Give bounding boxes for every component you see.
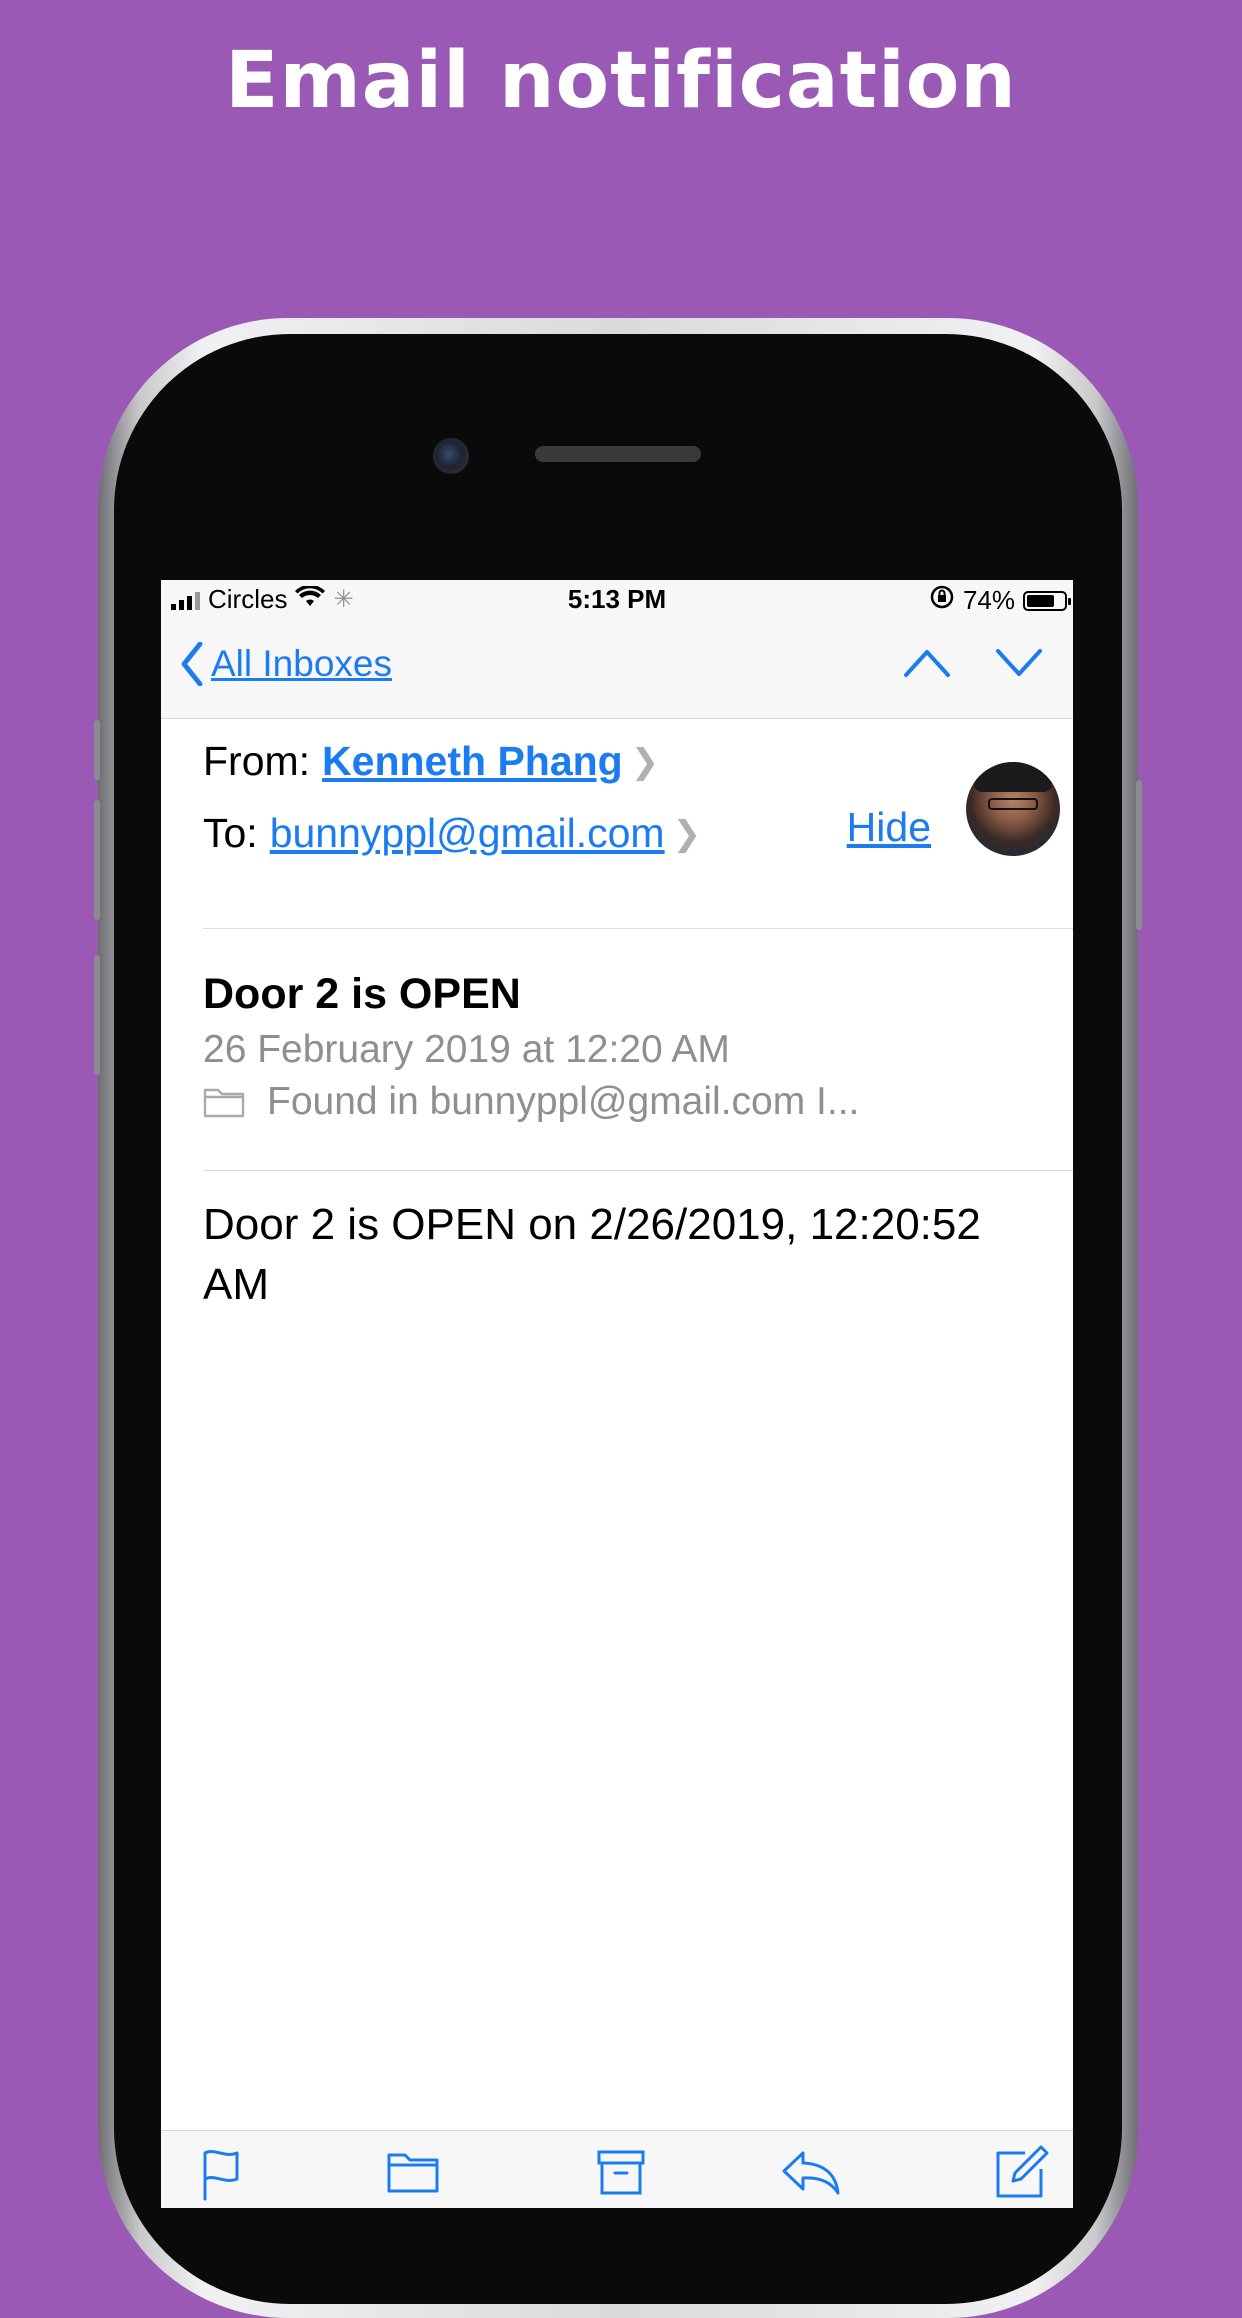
compose-icon — [996, 2145, 1049, 2198]
back-button[interactable]: All Inboxes — [181, 642, 392, 686]
page-headline: Email notification — [225, 36, 1017, 126]
chevron-down-icon — [996, 649, 1042, 676]
next-message-button[interactable] — [995, 648, 1043, 683]
bottom-toolbar — [161, 2130, 1073, 2208]
battery-percent: 74% — [962, 585, 1015, 615]
previous-message-button[interactable] — [903, 648, 951, 683]
move-to-folder-button[interactable] — [387, 2149, 439, 2198]
divider — [203, 1170, 1073, 1171]
sender-avatar[interactable] — [966, 762, 1060, 856]
orientation-lock-icon — [929, 584, 955, 617]
from-row: From: Kenneth Phang ❯ — [203, 738, 659, 785]
phone-volume-up — [94, 800, 100, 920]
message-date: 26 February 2019 at 12:20 AM — [203, 1028, 730, 1071]
hide-details-link[interactable]: Hide — [847, 804, 931, 851]
battery-level — [1027, 594, 1054, 607]
chevron-up-icon — [904, 650, 950, 677]
phone-volume-down — [94, 955, 100, 1075]
to-row: To: bunnyppl@gmail.com ❯ — [203, 810, 701, 857]
back-button-label: All Inboxes — [211, 643, 392, 684]
archive-button[interactable] — [597, 2149, 645, 2200]
from-label: From: — [203, 738, 311, 784]
archive-icon — [597, 2150, 645, 2195]
reply-icon — [782, 2151, 840, 2195]
flag-icon — [203, 2150, 239, 2201]
folder-icon — [203, 1088, 245, 1118]
mailbox-location[interactable]: Found in bunnyppl@gmail.com I... — [203, 1080, 859, 1124]
folder-icon — [387, 2153, 439, 2193]
message-body: Door 2 is OPEN on 2/26/2019, 12:20:52 AM — [203, 1200, 981, 1309]
battery-icon — [1023, 590, 1071, 611]
phone-screen: Circles ✳ 5:13 PM 74% All Inboxes From: … — [161, 580, 1073, 2208]
phone-power-button — [1136, 780, 1142, 930]
to-label: To: — [203, 810, 258, 856]
reply-button[interactable] — [781, 2149, 841, 2200]
chevron-right-icon: ❯ — [630, 742, 660, 781]
message-subject: Door 2 is OPEN — [203, 970, 521, 1018]
navigation-bar: All Inboxes — [161, 620, 1073, 719]
earpiece-speaker — [535, 446, 701, 462]
phone-side-button — [94, 720, 100, 780]
mailbox-location-label: Found in bunnyppl@gmail.com I... — [267, 1080, 860, 1123]
flag-button[interactable] — [201, 2149, 241, 2206]
chevron-left-icon — [181, 642, 203, 686]
compose-button[interactable] — [995, 2145, 1049, 2204]
chevron-right-icon: ❯ — [672, 814, 702, 853]
status-bar: Circles ✳ 5:13 PM 74% — [161, 580, 1073, 620]
divider — [203, 928, 1073, 929]
recipient-address-link[interactable]: bunnyppl@gmail.com — [270, 810, 665, 857]
sender-name-link[interactable]: Kenneth Phang — [322, 738, 623, 785]
front-camera — [433, 438, 469, 474]
